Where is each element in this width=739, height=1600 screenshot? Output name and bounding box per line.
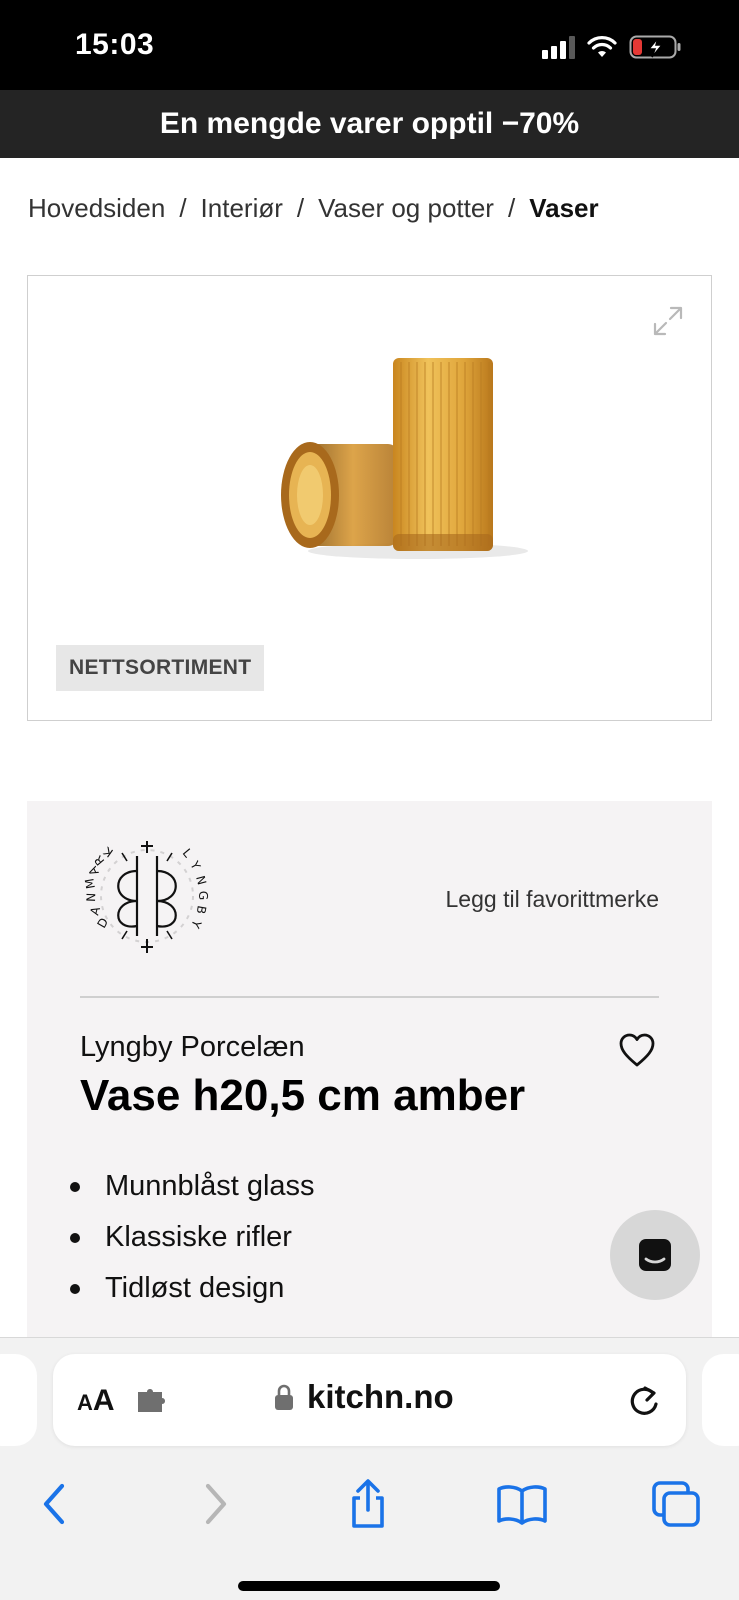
forward-button[interactable]: [187, 1478, 243, 1530]
status-icons: [542, 34, 683, 60]
previous-tab-preview[interactable]: [0, 1354, 37, 1446]
breadcrumb-vases-and-pots[interactable]: Vaser og potter: [318, 193, 494, 224]
chat-icon: [639, 1239, 671, 1271]
book-icon: [497, 1485, 547, 1525]
reader-settings-button[interactable]: A A: [77, 1384, 115, 1418]
heart-icon[interactable]: [618, 1032, 656, 1068]
product-title: Vase h20,5 cm amber: [80, 1071, 526, 1120]
feature-item: Munnblåst glass: [70, 1161, 315, 1212]
bookmarks-button[interactable]: [494, 1478, 550, 1530]
svg-text:B: B: [194, 904, 209, 915]
svg-text:N: N: [193, 874, 209, 886]
promo-text: En mengde varer opptil −70%: [159, 107, 580, 140]
svg-text:Y: Y: [188, 917, 204, 931]
aa-big-letter: A: [92, 1384, 115, 1417]
address-bar[interactable]: A A kitchn.no: [53, 1354, 686, 1446]
lyngby-logo[interactable]: D A N M A R K L Y N G B Y: [82, 831, 212, 961]
chat-button[interactable]: [610, 1210, 700, 1300]
tabs-button[interactable]: [648, 1478, 704, 1530]
add-to-favorites-link[interactable]: Legg til favorittmerke: [446, 886, 659, 913]
share-icon: [352, 1479, 384, 1528]
svg-text:Y: Y: [187, 858, 204, 873]
breadcrumb-interior[interactable]: Interiør: [201, 193, 283, 224]
svg-text:N: N: [84, 893, 98, 902]
svg-text:D: D: [94, 915, 111, 930]
svg-text:M: M: [82, 877, 98, 890]
svg-text:G: G: [196, 891, 210, 901]
product-brand[interactable]: Lyngby Porcelæn: [80, 1031, 305, 1064]
extension-icon[interactable]: [135, 1386, 171, 1416]
svg-text:K: K: [100, 843, 115, 860]
lock-icon: [275, 1384, 293, 1410]
product-info-panel: D A N M A R K L Y N G B Y Legg til favor…: [27, 801, 712, 1341]
product-image: [281, 358, 528, 559]
browser-toolbar: A A kitchn.no: [0, 1337, 739, 1600]
home-indicator: [238, 1581, 500, 1591]
expand-icon[interactable]: [651, 304, 685, 338]
aa-small-letter: A: [77, 1390, 93, 1415]
status-bar: 15:03: [0, 0, 739, 90]
url-display[interactable]: kitchn.no: [273, 1378, 454, 1416]
chevron-left-icon: [43, 1483, 65, 1525]
back-button[interactable]: [27, 1478, 83, 1530]
chevron-right-icon: [205, 1483, 227, 1525]
next-tab-preview[interactable]: [702, 1354, 739, 1446]
feature-list: Munnblåst glass Klassiske rifler Tidløst…: [70, 1161, 315, 1314]
svg-text:L: L: [180, 846, 195, 860]
web-assortment-tag: NETTSORTIMENT: [56, 645, 265, 691]
battery-charging-icon: [629, 35, 681, 59]
browser-nav-row: [0, 1468, 739, 1538]
breadcrumb-separator: /: [179, 193, 187, 223]
svg-text:A: A: [87, 904, 103, 916]
feature-item: Tidløst design: [70, 1263, 315, 1314]
breadcrumb-separator: /: [507, 193, 516, 223]
tabs-icon: [652, 1481, 700, 1527]
feature-item: Klassiske rifler: [70, 1212, 315, 1263]
breadcrumb-current: Vaser: [529, 193, 599, 223]
breadcrumb-separator: /: [296, 193, 305, 223]
divider: [80, 996, 659, 998]
cellular-signal-icon: [542, 35, 575, 59]
share-button[interactable]: [340, 1478, 396, 1530]
breadcrumb-home[interactable]: Hovedsiden: [28, 193, 165, 224]
wifi-icon: [587, 36, 617, 57]
reload-icon[interactable]: [626, 1381, 662, 1419]
promo-banner[interactable]: En mengde varer opptil −70%: [0, 90, 739, 158]
breadcrumb: Hovedsiden / Interiør / Vaser og potter …: [28, 193, 599, 224]
status-time: 15:03: [75, 28, 155, 61]
url-text: kitchn.no: [307, 1378, 454, 1415]
product-image-gallery[interactable]: NETTSORTIMENT: [27, 275, 712, 721]
